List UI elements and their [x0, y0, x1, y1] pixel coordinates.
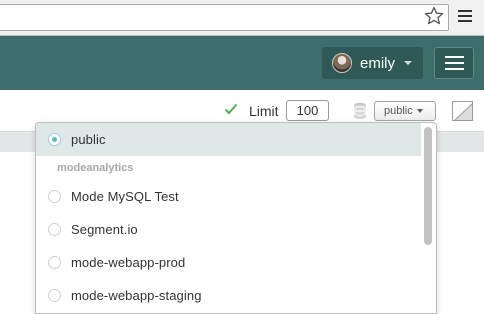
radio-icon	[48, 190, 61, 203]
database-group-label: modeanalytics	[57, 162, 134, 174]
chrome-menu-icon[interactable]	[458, 10, 472, 23]
schema-option[interactable]: mode-webapp-prod	[36, 246, 421, 279]
app-header: emily	[0, 36, 484, 90]
dropdown-scrollbar[interactable]	[424, 127, 432, 245]
radio-icon	[48, 256, 61, 269]
star-outline-icon[interactable]	[424, 6, 444, 26]
main-menu-button[interactable]	[434, 47, 474, 79]
schema-option-label: mode-webapp-prod	[71, 255, 186, 270]
schema-option-label: public	[71, 132, 106, 147]
split-view-icon[interactable]	[452, 101, 473, 121]
check-icon	[224, 103, 238, 115]
schema-option-public[interactable]: public	[36, 123, 421, 156]
username: emily	[360, 54, 396, 72]
browser-toolbar	[0, 0, 484, 36]
chevron-down-icon	[404, 61, 413, 65]
schema-dropdown: public modeanalytics Mode MySQL Test Seg…	[35, 122, 437, 314]
schema-select-value: public	[384, 105, 413, 117]
schema-option-label: Segment.io	[71, 222, 138, 237]
address-bar[interactable]	[0, 4, 449, 31]
schema-option-label: mode-webapp-staging	[71, 288, 202, 303]
hamburger-icon	[445, 56, 464, 58]
schema-select[interactable]: public	[374, 101, 436, 121]
schema-option-label: Mode MySQL Test	[71, 189, 179, 204]
user-menu-button[interactable]: emily	[322, 47, 423, 79]
schema-option[interactable]: Segment.io	[36, 213, 421, 246]
radio-checked-icon	[48, 133, 61, 146]
avatar	[332, 53, 352, 73]
chevron-down-icon	[416, 109, 423, 113]
schema-option[interactable]: mode-webapp-staging	[36, 279, 421, 312]
limit-input[interactable]	[286, 100, 329, 121]
database-icon	[353, 102, 367, 120]
radio-icon	[48, 223, 61, 236]
radio-icon	[48, 289, 61, 302]
limit-label: Limit	[249, 103, 279, 119]
schema-option[interactable]: Mode MySQL Test	[36, 180, 421, 213]
